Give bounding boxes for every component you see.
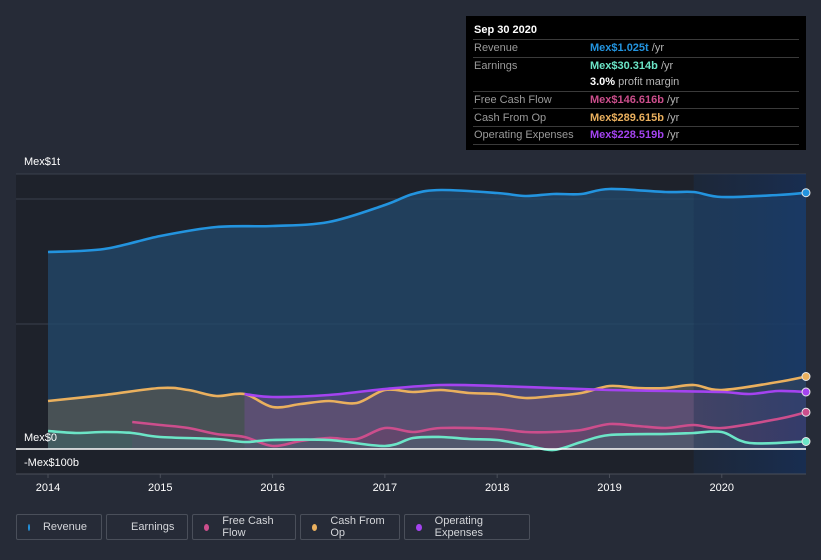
y-tick-label: Mex$0 bbox=[24, 432, 57, 444]
tooltip-value: Mex$289.615b /yr bbox=[590, 111, 680, 124]
x-tick-label: 2017 bbox=[373, 482, 397, 494]
x-tick-label: 2020 bbox=[710, 482, 734, 494]
tooltip-label: Revenue bbox=[474, 42, 519, 55]
tooltip-row-operating-expenses: Operating Expenses Mex$228.519b /yr bbox=[473, 127, 799, 145]
x-tick-label: 2015 bbox=[148, 482, 172, 494]
revenue-endpoint bbox=[801, 188, 811, 198]
legend-item-cash-from-op[interactable]: Cash From Op bbox=[300, 514, 400, 540]
legend-item-earnings[interactable]: Earnings bbox=[106, 514, 188, 540]
tooltip-row-cash-from-op: Cash From Op Mex$289.615b /yr bbox=[473, 109, 799, 127]
legend-label: Free Cash Flow bbox=[222, 515, 274, 539]
x-tick-label: 2018 bbox=[485, 482, 509, 494]
legend-label: Revenue bbox=[42, 521, 87, 533]
y-tick-label: Mex$1t bbox=[24, 156, 60, 168]
tooltip-label: Earnings bbox=[474, 59, 518, 72]
tooltip-row-revenue: Revenue Mex$1.025t /yr bbox=[473, 40, 799, 58]
tooltip-row-profit-margin: 3.0% profit margin bbox=[473, 74, 799, 92]
cash-from-op-endpoint bbox=[801, 372, 811, 381]
tooltip-row-free-cash-flow: Free Cash Flow Mex$146.616b /yr bbox=[473, 92, 799, 110]
legend: Revenue Earnings Free Cash Flow Cash Fro… bbox=[16, 514, 530, 540]
operating-expenses-endpoint bbox=[801, 387, 811, 397]
tooltip-value: Mex$30.314b /yr bbox=[590, 59, 674, 72]
tooltip-value: Mex$228.519b /yr bbox=[590, 129, 680, 142]
free-cash-flow-endpoint bbox=[801, 407, 811, 417]
operating-expenses-dot-icon bbox=[416, 523, 422, 531]
legend-label: Cash From Op bbox=[330, 515, 385, 539]
tooltip-date: Sep 30 2020 bbox=[473, 22, 799, 40]
cash-from-op-dot-icon bbox=[312, 523, 318, 531]
tooltip-value: 3.0% profit margin bbox=[590, 76, 680, 89]
y-tick-label: -Mex$100b bbox=[24, 457, 79, 469]
tooltip-label: Free Cash Flow bbox=[474, 94, 552, 107]
forecast-highlight-region bbox=[693, 174, 806, 474]
tooltip-panel: Sep 30 2020 Revenue Mex$1.025t /yr Earni… bbox=[466, 16, 806, 150]
tooltip-row-earnings: Earnings Mex$30.314b /yr bbox=[473, 58, 799, 75]
tooltip-label: Operating Expenses bbox=[474, 129, 574, 142]
free-cash-flow-dot-icon bbox=[204, 523, 210, 531]
x-tick-label: 2019 bbox=[597, 482, 621, 494]
revenue-dot-icon bbox=[28, 523, 30, 531]
earnings-endpoint bbox=[801, 437, 811, 446]
x-tick-label: 2014 bbox=[36, 482, 60, 494]
legend-label: Earnings bbox=[131, 521, 175, 533]
tooltip-value: Mex$1.025t /yr bbox=[590, 42, 664, 55]
legend-item-free-cash-flow[interactable]: Free Cash Flow bbox=[192, 514, 296, 540]
x-tick-label: 2016 bbox=[260, 482, 284, 494]
legend-item-revenue[interactable]: Revenue bbox=[16, 514, 102, 540]
legend-label: Operating Expenses bbox=[434, 515, 483, 539]
tooltip-value: Mex$146.616b /yr bbox=[590, 94, 680, 107]
tooltip-label: Cash From Op bbox=[474, 111, 547, 124]
legend-item-operating-expenses[interactable]: Operating Expenses bbox=[404, 514, 530, 540]
